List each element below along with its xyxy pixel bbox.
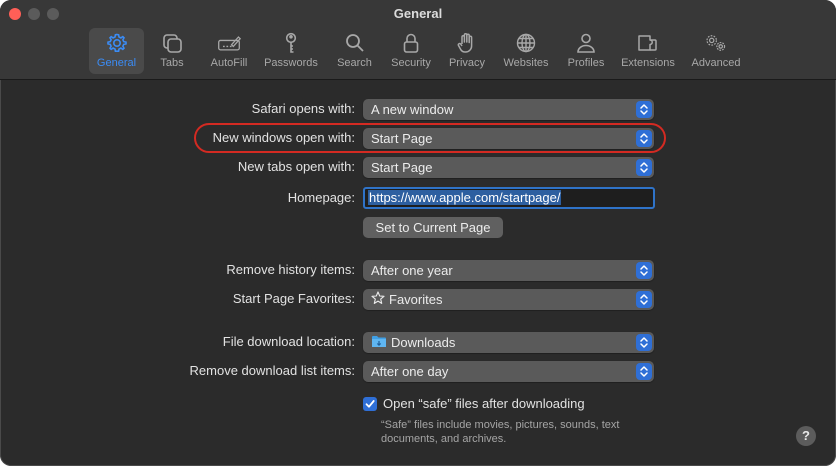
file-download-location-popup[interactable]: Downloads: [363, 332, 654, 353]
preferences-toolbar: General Tabs AutoFill Passwords Search S…: [0, 28, 836, 74]
window-title: General: [393, 6, 443, 21]
tab-advanced[interactable]: Advanced: [687, 28, 745, 74]
file-download-location-label: File download location:: [222, 334, 355, 349]
tabs-icon: [163, 34, 182, 53]
safari-opens-with-label: Safari opens with:: [251, 101, 355, 116]
safari-opens-with-popup[interactable]: A new window: [363, 99, 654, 120]
remove-download-list-items-label: Remove download list items:: [189, 363, 355, 378]
puzzle-icon: [638, 35, 657, 51]
open-safe-files-label[interactable]: Open “safe” files after downloading: [383, 396, 585, 412]
tab-general[interactable]: General: [89, 28, 144, 74]
open-safe-files-checkbox[interactable]: [363, 397, 377, 411]
start-page-favorites-popup[interactable]: Favorites: [363, 289, 654, 310]
downloads-folder-icon: [371, 333, 387, 354]
tab-autofill-label: AutoFill: [210, 57, 248, 69]
tab-websites-label: Websites: [503, 57, 549, 69]
tab-profiles-label: Profiles: [567, 57, 605, 69]
tab-websites[interactable]: Websites: [499, 28, 553, 74]
hand-icon: [457, 33, 473, 53]
tab-autofill[interactable]: AutoFill: [203, 28, 255, 74]
homepage-label: Homepage:: [287, 190, 355, 205]
help-button[interactable]: ?: [796, 426, 816, 446]
key-icon: [285, 32, 297, 53]
tab-privacy[interactable]: Privacy: [444, 28, 490, 74]
homepage-field[interactable]: https://www.apple.com/startpage/: [363, 187, 655, 209]
chevron-updown-icon: [636, 159, 652, 176]
chevron-updown-icon: [636, 262, 652, 279]
chevron-updown-icon: [636, 291, 652, 308]
tab-general-label: General: [96, 57, 137, 69]
remove-history-items-popup[interactable]: After one year: [363, 260, 654, 281]
tab-passwords-label: Passwords: [264, 57, 318, 69]
new-tabs-open-with-label: New tabs open with:: [237, 159, 355, 174]
gear-icon: [106, 33, 127, 52]
tab-extensions-label: Extensions: [621, 57, 675, 69]
remove-history-items-label: Remove history items:: [226, 262, 355, 277]
tab-privacy-label: Privacy: [448, 57, 486, 69]
tab-profiles[interactable]: Profiles: [563, 28, 609, 74]
globe-icon: [516, 33, 536, 53]
remove-history-items-value: After one year: [371, 263, 453, 278]
new-tabs-open-with-popup[interactable]: Start Page: [363, 157, 654, 178]
remove-download-list-items-popup[interactable]: After one day: [363, 361, 654, 382]
remove-download-list-items-value: After one day: [371, 364, 449, 379]
open-safe-files-hint: “Safe” files include movies, pictures, s…: [381, 419, 620, 445]
tab-tabs[interactable]: Tabs: [147, 28, 197, 74]
tab-security[interactable]: Security: [386, 28, 436, 74]
chevron-updown-icon: [636, 334, 652, 351]
chevron-updown-icon: [636, 101, 652, 118]
tab-passwords[interactable]: Passwords: [259, 28, 323, 74]
tab-security-label: Security: [391, 57, 431, 69]
homepage-value: https://www.apple.com/startpage/: [368, 190, 562, 205]
start-page-favorites-value: Favorites: [389, 292, 443, 307]
person-icon: [577, 33, 595, 53]
new-tabs-open-with-value: Start Page: [371, 160, 433, 175]
tab-search-label: Search: [337, 57, 372, 69]
set-to-current-page-button[interactable]: Set to Current Page: [363, 217, 503, 238]
start-page-favorites-label: Start Page Favorites:: [232, 291, 355, 306]
checkmark-icon: [365, 400, 375, 408]
tab-search[interactable]: Search: [332, 28, 377, 74]
tab-advanced-label: Advanced: [691, 57, 741, 69]
magnifier-icon: [345, 34, 364, 52]
star-icon: [371, 290, 385, 311]
pencil-box-icon: [218, 36, 241, 51]
file-download-location-value: Downloads: [391, 335, 456, 350]
titlebar: General General Tabs AutoFill Passwords …: [0, 0, 836, 80]
safari-opens-with-value: A new window: [371, 102, 454, 117]
lock-icon: [403, 33, 419, 53]
chevron-updown-icon: [636, 363, 652, 380]
gears-icon: [706, 35, 726, 51]
tab-extensions[interactable]: Extensions: [617, 28, 679, 74]
highlight-annotation-ring: [194, 123, 666, 153]
preferences-window: General General Tabs AutoFill Passwords …: [0, 0, 836, 466]
tab-tabs-label: Tabs: [160, 57, 184, 69]
